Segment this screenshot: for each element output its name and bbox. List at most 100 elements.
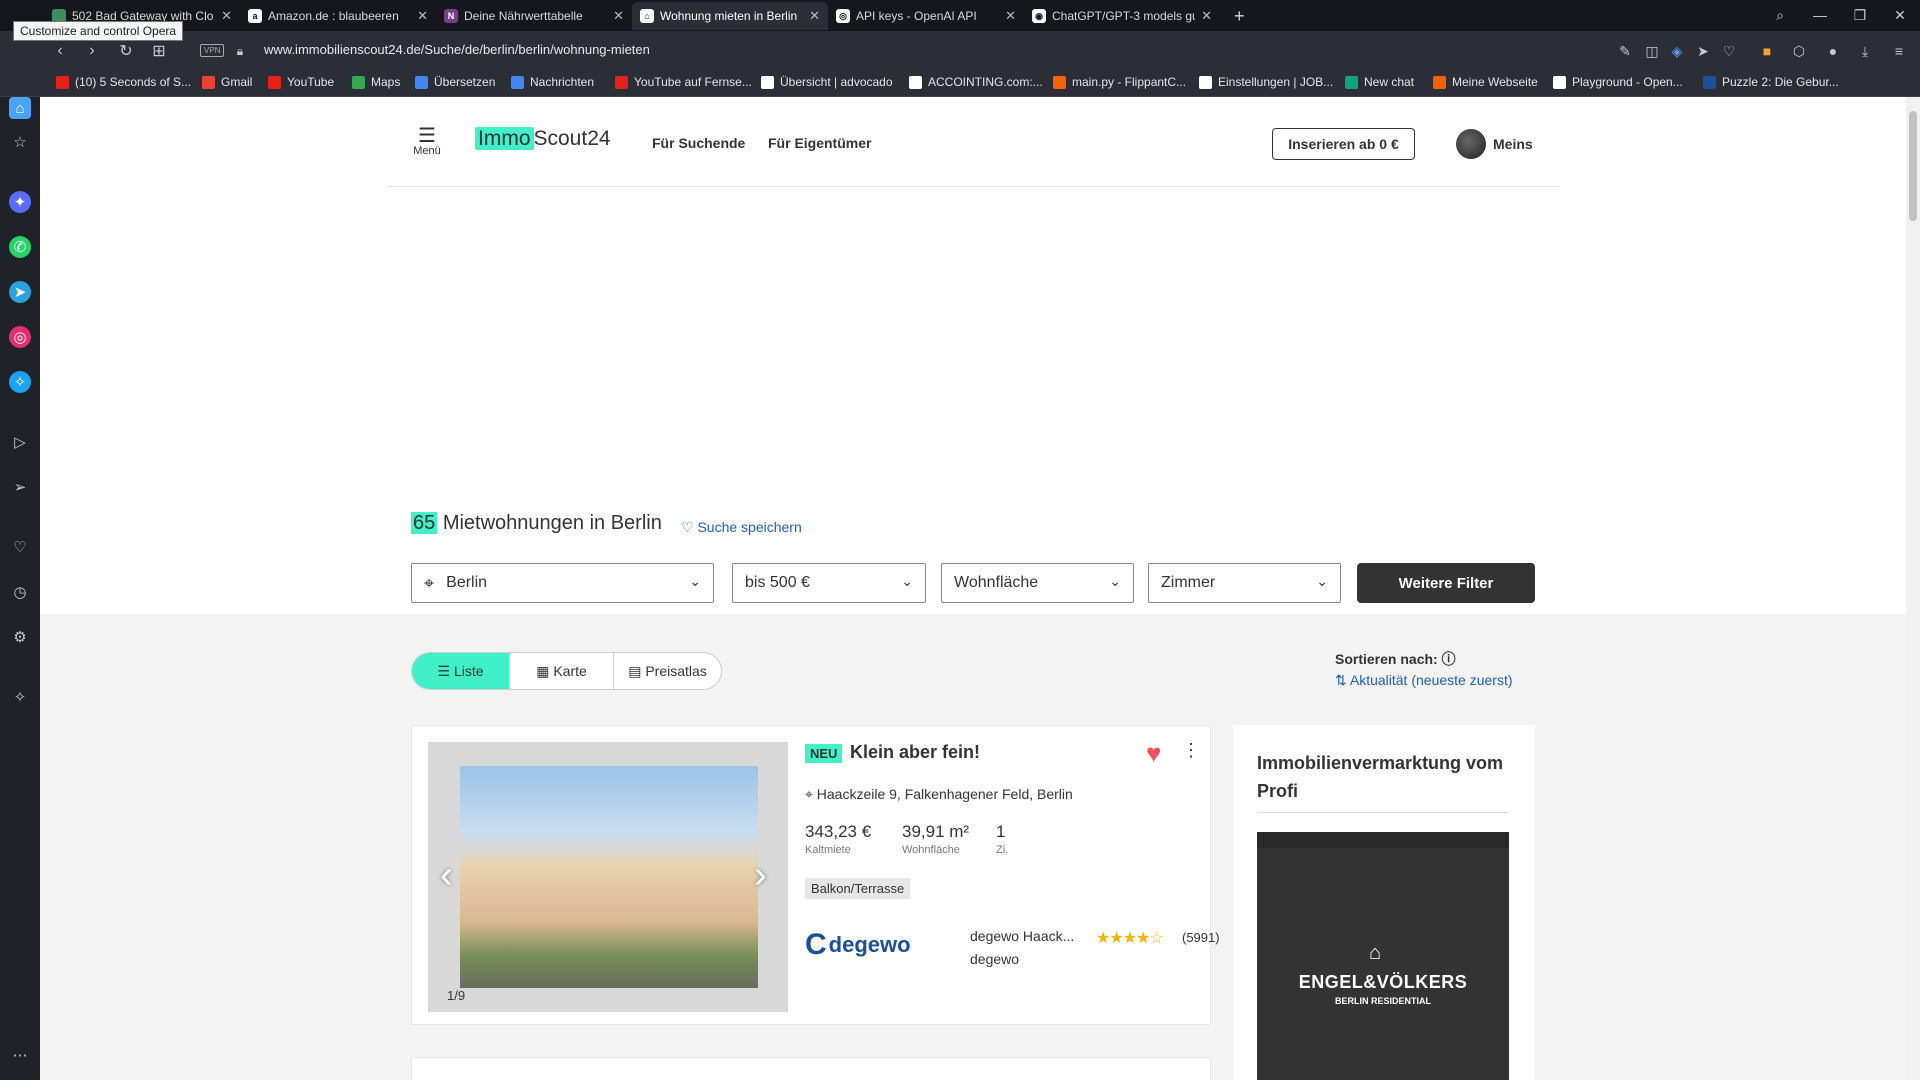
insert-listing-button[interactable]: Inserieren ab 0 € bbox=[1272, 128, 1415, 160]
profile-icon[interactable]: ● bbox=[1822, 40, 1844, 62]
tab-close-icon[interactable]: ✕ bbox=[613, 8, 624, 24]
camera-icon[interactable]: ◫ bbox=[1641, 40, 1663, 62]
bookmark-label: YouTube bbox=[287, 75, 335, 89]
whatsapp-icon[interactable]: ✆ bbox=[9, 236, 31, 258]
more-options-icon[interactable]: ⋮ bbox=[1182, 740, 1200, 761]
download-icon[interactable]: ⤓ bbox=[1854, 40, 1876, 62]
tab-close-icon[interactable]: ✕ bbox=[1005, 8, 1016, 24]
twitter-icon[interactable]: ✧ bbox=[9, 371, 31, 393]
search-tabs-icon[interactable]: ⌕ bbox=[1760, 0, 1800, 30]
extension-icon[interactable]: ■ bbox=[1756, 40, 1778, 62]
lock-icon[interactable]: 🔒︎ bbox=[229, 40, 251, 62]
bookmark-youtube-tv[interactable]: YouTube auf Fernse... bbox=[615, 75, 752, 89]
easy-setup-icon[interactable]: ≡ bbox=[1888, 40, 1910, 62]
new-tab-button[interactable]: + bbox=[1226, 2, 1256, 30]
reload-icon[interactable]: ↻ bbox=[115, 40, 137, 62]
scroll-thumb[interactable] bbox=[1909, 111, 1917, 221]
minimize-icon[interactable]: — bbox=[1800, 0, 1840, 30]
price-filter[interactable]: bis 500 € ⌄ bbox=[732, 563, 926, 603]
instagram-icon[interactable]: ◎ bbox=[9, 326, 31, 348]
home-icon[interactable]: ⌂ bbox=[9, 97, 31, 119]
sort-dropdown[interactable]: ⇅ Aktualität (neueste zuerst) bbox=[1335, 672, 1513, 689]
bookmark-gmail[interactable]: Gmail bbox=[202, 75, 252, 89]
restore-icon[interactable]: ❐ bbox=[1840, 0, 1880, 30]
forward-icon[interactable]: › bbox=[81, 40, 103, 62]
url-field[interactable]: www.immobilienscout24.de/Suche/de/berlin… bbox=[264, 42, 650, 57]
bookmark-maps[interactable]: Maps bbox=[352, 75, 400, 89]
location-filter[interactable]: ⌖ Berlin ⌄ bbox=[411, 563, 714, 603]
bookmark-5-seconds[interactable]: (10) 5 Seconds of S... bbox=[56, 75, 191, 89]
tab-openai-api-keys[interactable]: ◎ API keys - OpenAI API ✕ bbox=[828, 2, 1024, 30]
provider-name[interactable]: degewo Haack... bbox=[970, 928, 1074, 944]
shield-icon[interactable]: ◈ bbox=[1666, 40, 1688, 62]
chevron-down-icon: ⌄ bbox=[901, 573, 913, 589]
account-link[interactable]: Meins bbox=[1493, 136, 1533, 152]
bookmark-nachrichten[interactable]: Nachrichten bbox=[511, 75, 594, 89]
send-icon[interactable]: ➤ bbox=[1692, 40, 1714, 62]
bookmark-youtube[interactable]: YouTube bbox=[268, 75, 334, 89]
tab-grid-icon[interactable]: ⊞ bbox=[148, 40, 170, 62]
close-window-icon[interactable]: ✕ bbox=[1880, 0, 1920, 30]
lightbulb-icon[interactable]: ✧ bbox=[9, 686, 31, 708]
rooms-filter[interactable]: Zimmer ⌄ bbox=[1148, 563, 1341, 603]
view-list-option[interactable]: ☰ Liste bbox=[412, 653, 510, 689]
listing-card[interactable]: ‹ › 1/9 NEU Klein aber fein! ♥ ⋮ ⌖ Haack… bbox=[411, 725, 1220, 1025]
bookmark-accointing[interactable]: ACCOINTING.com:... bbox=[909, 75, 1043, 89]
more-icon[interactable]: ⋯ bbox=[9, 1044, 31, 1066]
area-filter[interactable]: Wohnfläche ⌄ bbox=[941, 563, 1134, 603]
more-filters-button[interactable]: Weitere Filter bbox=[1357, 563, 1535, 603]
favorite-heart-icon[interactable]: ♥ bbox=[1146, 738, 1161, 769]
view-map-option[interactable]: ▦ Karte bbox=[510, 653, 614, 689]
tab-amazon[interactable]: a Amazon.de : blaubeeren ✕ bbox=[240, 2, 436, 30]
tab-chatgpt-models[interactable]: ◉ ChatGPT/GPT-3 models gu ✕ bbox=[1024, 2, 1220, 30]
settings-icon[interactable]: ⚙ bbox=[9, 626, 31, 648]
ad-image[interactable]: ⌂ ENGEL&VÖLKERS BERLIN RESIDENTIAL bbox=[1257, 832, 1509, 1080]
send-icon[interactable]: ➢ bbox=[9, 476, 31, 498]
bookmark-replit[interactable]: main.py - FlippantC... bbox=[1053, 75, 1186, 89]
bookmark-meine-webseite[interactable]: Meine Webseite bbox=[1433, 75, 1538, 89]
back-icon[interactable]: ‹ bbox=[49, 40, 71, 62]
heart-icon[interactable]: ♡ bbox=[9, 536, 31, 558]
vpn-badge[interactable]: VPN bbox=[200, 44, 225, 57]
history-icon[interactable]: ◷ bbox=[9, 581, 31, 603]
tab-close-icon[interactable]: ✕ bbox=[417, 8, 428, 24]
nav-fuer-suchende[interactable]: Für Suchende bbox=[652, 135, 745, 151]
bookmark-label: YouTube auf Fernse... bbox=[634, 75, 752, 89]
save-search-link[interactable]: ♡ Suche speichern bbox=[681, 519, 802, 536]
bookmark-playground[interactable]: Playground - Open... bbox=[1553, 75, 1683, 89]
nav-fuer-eigentuemer[interactable]: Für Eigentümer bbox=[768, 135, 871, 151]
tab-wohnung-mieten[interactable]: ⌂ Wohnung mieten in Berlin ✕ bbox=[632, 2, 828, 30]
messenger-icon[interactable]: ✦ bbox=[9, 191, 31, 213]
tab-naehrwerttabelle[interactable]: N Deine Nährwerttabelle ✕ bbox=[436, 2, 632, 30]
next-photo-icon[interactable]: › bbox=[754, 854, 767, 897]
listing-card[interactable] bbox=[411, 1057, 1211, 1080]
edit-icon[interactable]: ✎ bbox=[1614, 40, 1636, 62]
view-price-atlas-option[interactable]: ▤ Preisatlas bbox=[614, 653, 721, 689]
bookmark-new-chat[interactable]: New chat bbox=[1345, 75, 1414, 89]
menu-label: Menü bbox=[413, 145, 441, 157]
tab-close-icon[interactable]: ✕ bbox=[1201, 8, 1212, 24]
tab-close-icon[interactable]: ✕ bbox=[221, 8, 232, 24]
menu-button[interactable]: ☰ Menü bbox=[410, 126, 444, 157]
telegram-icon[interactable]: ➤ bbox=[9, 281, 31, 303]
bookmark-advocado[interactable]: Übersicht | advocado bbox=[761, 75, 893, 89]
scrollbar[interactable] bbox=[1906, 97, 1920, 1080]
previous-photo-icon[interactable]: ‹ bbox=[440, 854, 453, 897]
ad-box[interactable]: Immobilienvermarktung vom Profi ⌂ ENGEL&… bbox=[1233, 725, 1535, 1080]
player-icon[interactable]: ▷ bbox=[9, 431, 31, 453]
results-title: 65 Mietwohnungen in Berlin bbox=[411, 512, 662, 535]
bookmark-einstellungen[interactable]: Einstellungen | JOB... bbox=[1199, 75, 1333, 89]
listing-photo-gallery[interactable]: ‹ › 1/9 bbox=[428, 742, 788, 1012]
info-icon[interactable]: ⓘ bbox=[1442, 651, 1456, 667]
immoscout-logo[interactable]: Immo Scout24 bbox=[475, 127, 611, 151]
listing-photo[interactable] bbox=[460, 766, 758, 988]
cube-icon[interactable]: ⬡ bbox=[1788, 40, 1810, 62]
provider-logo[interactable]: Cdegewo bbox=[805, 928, 911, 962]
heart-icon[interactable]: ♡ bbox=[1718, 40, 1740, 62]
bookmark-puzzle[interactable]: Puzzle 2: Die Gebur... bbox=[1703, 75, 1839, 89]
tab-close-icon[interactable]: ✕ bbox=[809, 8, 820, 24]
bookmark-uebersetzen[interactable]: Übersetzen bbox=[415, 75, 495, 89]
listing-title[interactable]: Klein aber fein! bbox=[850, 742, 980, 763]
avatar[interactable] bbox=[1456, 129, 1486, 159]
speed-dial-icon[interactable]: ☆ bbox=[9, 131, 31, 153]
